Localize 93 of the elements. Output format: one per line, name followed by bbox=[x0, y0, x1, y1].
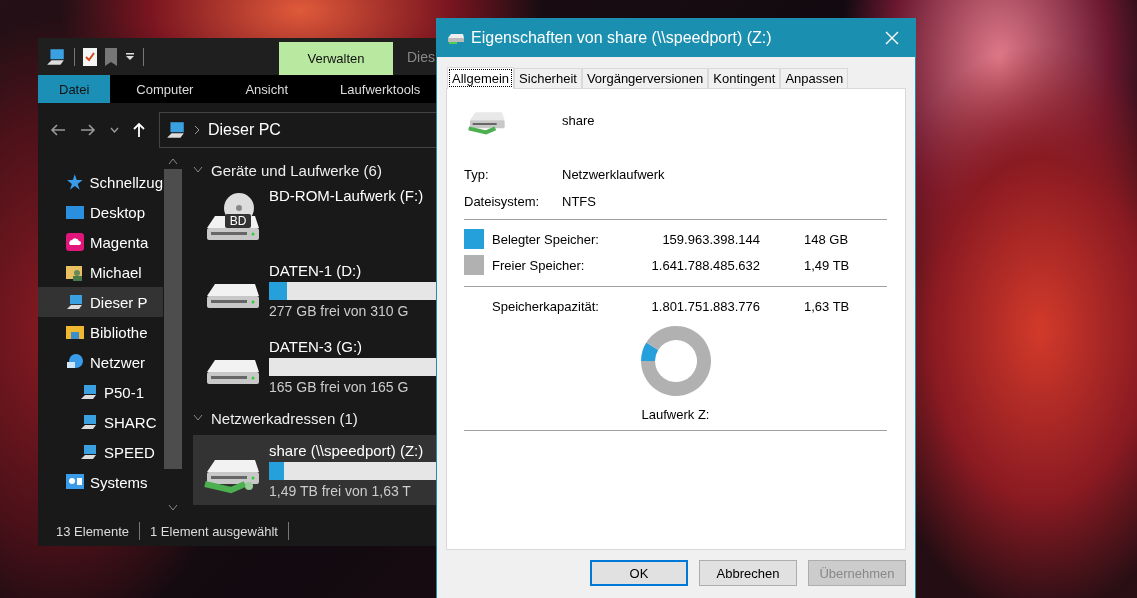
usage-size: 148 GB bbox=[803, 231, 850, 247]
group-title: Netzwerkadressen (1) bbox=[211, 409, 358, 427]
capacity-label: Speicherkapazität: bbox=[492, 298, 600, 314]
network-icon bbox=[66, 353, 84, 371]
user-folder-icon bbox=[66, 263, 84, 281]
desktop-icon bbox=[66, 204, 84, 220]
library-icon bbox=[66, 323, 84, 341]
property-label: Typ: bbox=[464, 167, 490, 182]
computer-icon bbox=[80, 443, 98, 461]
drive-tile[interactable]: BD BD-ROM-Laufwerk (F:) bbox=[193, 187, 436, 249]
drive-tile[interactable]: DATEN-3 (G:) 165 GB frei von 165 G bbox=[193, 331, 436, 401]
up-arrow-icon[interactable] bbox=[133, 122, 145, 138]
property-label: Dateisystem: bbox=[464, 194, 541, 209]
status-text: 1 Element ausgewählt bbox=[150, 523, 278, 539]
context-tab[interactable]: Verwalten bbox=[279, 42, 393, 75]
network-drive-icon bbox=[447, 32, 465, 44]
usage-label: Belegter Speicher: bbox=[492, 231, 600, 247]
nav-item-label: Schnellzug bbox=[89, 173, 163, 191]
usage-bytes: 1.641.788.485.632 bbox=[650, 257, 760, 273]
drive-tile[interactable]: share (\\speedport) (Z:) 1,49 TB frei von 1,63 T bbox=[193, 435, 436, 505]
dialog-button[interactable]: Abbrechen bbox=[699, 560, 797, 586]
control-panel-icon bbox=[66, 474, 84, 490]
nav-item[interactable]: Netzwer bbox=[38, 347, 163, 377]
dropdown-icon[interactable] bbox=[125, 51, 135, 62]
properties-icon[interactable] bbox=[83, 47, 97, 66]
chevron-icon[interactable] bbox=[193, 414, 203, 422]
drive-label: Laufwerk Z: bbox=[641, 407, 710, 422]
capacity-size: 1,63 TB bbox=[803, 298, 851, 314]
nav-item-label: SHARC bbox=[104, 413, 157, 431]
property-value: NTFS bbox=[562, 194, 597, 209]
free-space-text: 165 GB frei von 165 G bbox=[269, 378, 410, 395]
nav-item-label: Magenta bbox=[90, 233, 149, 251]
dialog-tab[interactable]: Sicherheit bbox=[514, 68, 582, 88]
status-text: 13 Elemente bbox=[56, 523, 129, 539]
free-space-text: 1,49 TB frei von 1,63 T bbox=[269, 482, 412, 499]
computer-icon bbox=[80, 413, 98, 431]
nav-item[interactable]: Systems bbox=[38, 467, 163, 497]
dialog-tab[interactable]: Vorgängerversionen bbox=[581, 68, 709, 88]
ribbon-tab[interactable]: Computer bbox=[110, 75, 220, 103]
dialog-title: Eigenschaften von share (\\speedport) (Z:) bbox=[471, 29, 773, 47]
dialog-tab[interactable]: Anpassen bbox=[780, 68, 849, 88]
cloud-icon bbox=[66, 233, 84, 251]
nav-item-label: Bibliothe bbox=[90, 323, 148, 341]
drive-name: share bbox=[562, 112, 595, 130]
scroll-up-icon[interactable] bbox=[168, 157, 178, 165]
drive-name: share (\\speedport) (Z:) bbox=[269, 441, 425, 459]
free-space-text: 277 GB frei von 310 G bbox=[269, 302, 410, 319]
chevron-icon[interactable] bbox=[193, 166, 203, 174]
computer-icon bbox=[166, 120, 186, 140]
dialog-tab[interactable]: Allgemein bbox=[447, 67, 515, 89]
usage-label: Freier Speicher: bbox=[492, 257, 586, 273]
nav-item-label: Netzwer bbox=[90, 353, 145, 371]
back-arrow-icon[interactable] bbox=[50, 124, 66, 136]
nav-item-label: P50-1 bbox=[104, 383, 145, 401]
window-title: Dies bbox=[406, 47, 435, 67]
nav-item-label: Michael bbox=[90, 263, 142, 281]
computer-icon bbox=[46, 46, 66, 67]
computer-icon bbox=[80, 383, 98, 401]
nav-item-label: Systems bbox=[90, 473, 148, 491]
chevron-down-icon[interactable] bbox=[110, 127, 119, 133]
drive-tile[interactable]: DATEN-1 (D:) 277 GB frei von 310 G bbox=[193, 255, 436, 325]
star-icon bbox=[66, 173, 84, 191]
address-bar[interactable]: Dieser PC bbox=[159, 112, 436, 148]
nav-item[interactable]: Schnellzug bbox=[38, 167, 163, 197]
nav-item[interactable]: Magenta bbox=[38, 227, 163, 257]
scrollbar-thumb[interactable] bbox=[164, 169, 182, 469]
nav-item-label: Dieser P bbox=[90, 293, 148, 311]
property-value: Netzwerklaufwerk bbox=[562, 167, 666, 182]
nav-item[interactable]: Dieser P bbox=[38, 287, 163, 317]
nav-item-label: SPEED bbox=[104, 443, 155, 461]
nav-item[interactable]: Desktop bbox=[38, 197, 163, 227]
ribbon-tab[interactable]: Ansicht bbox=[219, 75, 315, 103]
usage-bytes: 159.963.398.144 bbox=[661, 231, 760, 247]
usage-size: 1,49 TB bbox=[803, 257, 851, 273]
dialog-tab[interactable]: Kontingent bbox=[708, 68, 781, 88]
capacity-bytes: 1.801.751.883.776 bbox=[650, 298, 760, 314]
group-title: Geräte und Laufwerke (6) bbox=[211, 161, 382, 179]
dialog-button[interactable]: OK bbox=[590, 560, 688, 586]
computer-icon bbox=[66, 293, 84, 311]
nav-item[interactable]: SPEED bbox=[38, 437, 163, 467]
nav-item[interactable]: Bibliothe bbox=[38, 317, 163, 347]
chevron-right-icon bbox=[194, 125, 200, 135]
drive-name: BD-ROM-Laufwerk (F:) bbox=[269, 187, 425, 204]
nav-item[interactable]: Michael bbox=[38, 257, 163, 287]
address-text: Dieser PC bbox=[208, 121, 281, 139]
forward-arrow-icon[interactable] bbox=[80, 124, 96, 136]
nav-item[interactable]: P50-1 bbox=[38, 377, 163, 407]
drive-name: DATEN-1 (D:) bbox=[269, 261, 363, 279]
nav-item-label: Desktop bbox=[90, 203, 146, 221]
scroll-down-icon[interactable] bbox=[168, 504, 178, 512]
nav-item[interactable]: SHARC bbox=[38, 407, 163, 437]
drive-name: DATEN-3 (G:) bbox=[269, 337, 364, 355]
ribbon-tab[interactable]: Datei bbox=[38, 75, 111, 103]
